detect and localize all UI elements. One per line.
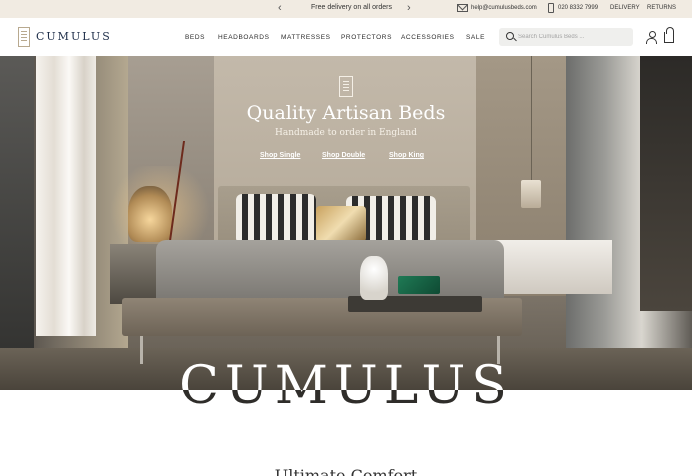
nav-item-headboards[interactable]: HEADBOARDS (218, 34, 270, 41)
announcement-bar: ‹ Free delivery on all orders › help@cum… (0, 0, 692, 18)
section-heading: Ultimate Comfort (274, 466, 418, 476)
hero-image-green-box (398, 276, 440, 294)
mail-icon (457, 4, 468, 12)
shop-double-link[interactable]: Shop Double (322, 152, 365, 159)
nav-item-beds[interactable]: BEDS (185, 34, 205, 41)
announcement-prev-button[interactable]: ‹ (278, 2, 282, 14)
announcement-next-button[interactable]: › (407, 2, 411, 14)
logo-text[interactable]: CUMULUS (36, 30, 112, 43)
search-input[interactable] (518, 31, 628, 43)
delivery-link[interactable]: DELIVERY (610, 5, 640, 11)
brand-mark-icon (339, 76, 353, 97)
hero-image-pendant-wire (531, 56, 532, 180)
search-icon[interactable] (506, 32, 514, 40)
site-header: CUMULUS BEDS HEADBOARDS MATTRESSES PROTE… (0, 18, 692, 56)
hero-image-duvet (156, 240, 504, 302)
hero-banner: Quality Artisan Beds Handmade to order i… (0, 56, 692, 390)
email-link[interactable]: help@cumulusbeds.com (471, 5, 537, 11)
wordmark-lower-text: CUMULUS (0, 390, 692, 416)
phone-icon (548, 3, 554, 13)
hero-image-wardrobe-interior (640, 56, 692, 311)
shop-king-link[interactable]: Shop King (389, 152, 424, 159)
hero-image-statue (360, 256, 388, 300)
nav-item-protectors[interactable]: PROTECTORS (341, 34, 392, 41)
hero-image-lamp (128, 186, 172, 242)
announcement-promo-text: Free delivery on all orders (311, 4, 392, 11)
hero-image-cushion (316, 206, 366, 242)
nav-item-sale[interactable]: SALE (466, 34, 485, 41)
hero-subtitle: Handmade to order in England (275, 128, 417, 138)
phone-link[interactable]: 020 8332 7999 (558, 5, 598, 11)
returns-link[interactable]: RETURNS (647, 5, 676, 11)
hero-image-pillow-left (236, 194, 316, 244)
shop-single-link[interactable]: Shop Single (260, 152, 300, 159)
hero-title: Quality Artisan Beds (246, 102, 446, 124)
nav-item-accessories[interactable]: ACCESSORIES (401, 34, 455, 41)
hero-image-pendant-light (521, 180, 541, 208)
hero-image-window (0, 56, 34, 386)
search-box[interactable] (499, 28, 633, 46)
hero-image-curtain (36, 56, 96, 336)
account-icon[interactable] (646, 31, 657, 44)
logo-icon[interactable] (18, 27, 30, 47)
wordmark-lower-half: CUMULUS (0, 390, 692, 430)
cart-icon[interactable] (664, 27, 674, 43)
nav-item-mattresses[interactable]: MATTRESSES (281, 34, 331, 41)
